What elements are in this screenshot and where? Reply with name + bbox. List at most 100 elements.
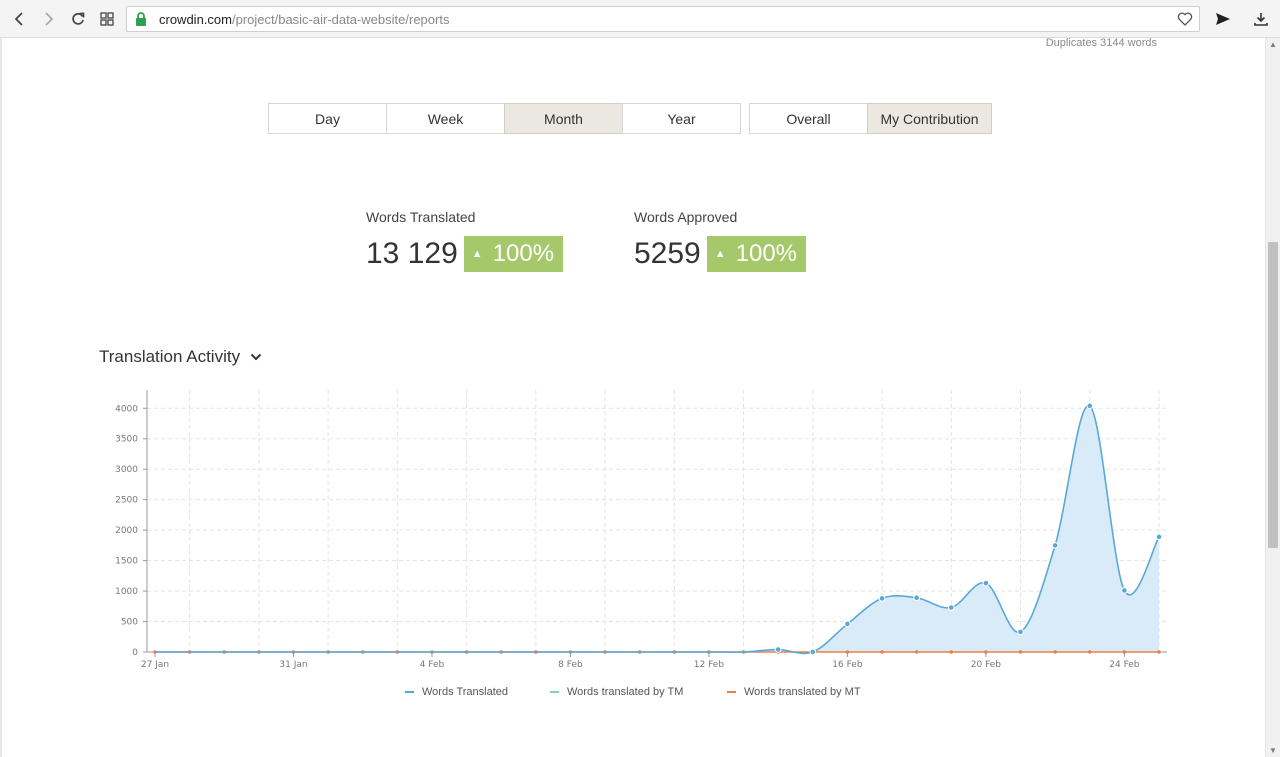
y-tick-label: 1500 — [115, 557, 138, 567]
legend-item-words-mt[interactable]: Words translated by MT — [727, 686, 861, 698]
send-flow-icon[interactable] — [1212, 8, 1234, 30]
words-translated-point — [878, 595, 886, 602]
words-mt-point — [672, 650, 677, 654]
legend-item-words-tm[interactable]: Words translated by TM — [550, 686, 683, 698]
browser-toolbar: crowdin.com/project/basic-air-data-websi… — [0, 0, 1280, 38]
tab-my-contribution[interactable]: My Contribution — [867, 103, 992, 134]
words-mt-point — [949, 650, 954, 654]
words-mt-point — [1087, 650, 1092, 654]
x-tick-label: 20 Feb — [971, 660, 1002, 670]
up-triangle-icon: ▲ — [471, 248, 483, 260]
address-bar[interactable]: crowdin.com/project/basic-air-data-websi… — [126, 6, 1200, 32]
words-mt-point — [1122, 650, 1127, 654]
words-mt-point — [707, 650, 711, 654]
words-mt-point — [153, 650, 157, 654]
change-value: 100% — [735, 240, 798, 267]
words-mt-point — [430, 650, 434, 654]
speed-dial-icon[interactable] — [96, 8, 118, 30]
y-tick-label: 1000 — [115, 587, 138, 597]
y-tick-label: 500 — [121, 618, 138, 628]
words-mt-point — [326, 650, 330, 654]
tab-overall[interactable]: Overall — [749, 103, 868, 134]
words-translated-point — [774, 646, 782, 653]
x-tick-label: 27 Jan — [141, 660, 169, 670]
words-translated-point — [1017, 628, 1024, 636]
legend-label: Words Translated — [422, 686, 509, 698]
tab-year[interactable]: Year — [622, 103, 741, 134]
stat-words-translated: Words Translated 13 129 ▲ 100% — [366, 209, 564, 272]
up-triangle-icon: ▲ — [714, 248, 726, 260]
x-tick-label: 16 Feb — [832, 660, 863, 670]
words-mt-point — [257, 650, 261, 654]
words-mt-point — [637, 650, 642, 654]
words-mt-point — [810, 650, 815, 654]
forward-icon[interactable] — [37, 8, 59, 30]
words-translated-point — [1155, 533, 1163, 541]
url-text: crowdin.com/project/basic-air-data-websi… — [159, 12, 449, 27]
legend-swatch — [550, 691, 559, 693]
y-tick-label: 3000 — [115, 465, 138, 475]
words-mt-point — [291, 650, 296, 654]
scroll-thumb[interactable] — [1268, 242, 1278, 548]
url-path: /project/basic-air-data-website/reports — [231, 12, 450, 27]
words-mt-point — [984, 650, 988, 654]
stat-words-approved: Words Approved 5259 ▲ 100% — [634, 209, 807, 272]
words-translated-point — [1051, 542, 1059, 549]
section-title: Translation Activity — [99, 347, 241, 366]
words-translated-point — [809, 648, 817, 656]
page-left-edge — [0, 38, 2, 757]
y-tick-label: 4000 — [115, 404, 138, 414]
tab-day[interactable]: Day — [268, 103, 387, 134]
back-icon[interactable] — [9, 8, 31, 30]
x-tick-label: 12 Feb — [694, 660, 725, 670]
stat-label: Words Approved — [634, 209, 738, 225]
period-tabs: Day Week Month Year — [268, 103, 741, 134]
words-mt-point — [845, 650, 850, 654]
words-mt-point — [776, 650, 780, 654]
words-mt-point — [222, 650, 227, 654]
x-tick-label: 24 Feb — [1109, 660, 1140, 670]
download-icon[interactable] — [1250, 8, 1272, 30]
words-translated-line — [155, 405, 1160, 655]
stat-label: Words Translated — [366, 209, 476, 225]
page-scrollbar[interactable]: ▲ ▼ — [1265, 38, 1280, 757]
words-mt-point — [464, 650, 469, 654]
legend-label: Words translated by TM — [567, 686, 684, 698]
y-tick-label: 2500 — [115, 496, 138, 506]
url-domain: crowdin.com — [159, 12, 232, 27]
tab-month[interactable]: Month — [504, 103, 623, 134]
legend-item-words-translated[interactable]: Words Translated — [405, 686, 508, 698]
lock-icon — [135, 12, 147, 32]
words-translated-point — [844, 620, 851, 628]
words-mt-point — [1018, 650, 1023, 654]
tab-week[interactable]: Week — [386, 103, 505, 134]
scroll-up-arrow-icon[interactable]: ▲ — [1269, 40, 1277, 49]
legend-swatch — [727, 691, 736, 693]
stat-value: 13 129 — [366, 237, 458, 270]
stat-value: 5259 — [634, 237, 701, 270]
scroll-down-arrow-icon[interactable]: ▼ — [1269, 746, 1277, 755]
words-translated-point — [1121, 587, 1128, 594]
words-mt-point — [1053, 650, 1057, 654]
scope-tabs: Overall My Contribution — [749, 103, 992, 134]
words-mt-point — [499, 650, 504, 654]
words-mt-point — [568, 650, 573, 654]
bookmark-heart-icon[interactable] — [1177, 11, 1193, 32]
translation-activity-dropdown[interactable]: Translation Activity — [99, 347, 262, 367]
change-badge: ▲ 100% — [706, 236, 807, 272]
words-mt-point — [187, 650, 192, 654]
words-translated-point — [913, 594, 920, 602]
duplicates-count: Duplicates 3144 words — [1045, 37, 1157, 49]
change-badge: ▲ 100% — [463, 236, 564, 272]
y-tick-label: 2000 — [115, 526, 138, 536]
words-mt-point — [395, 650, 400, 654]
reload-icon[interactable] — [67, 8, 89, 30]
legend-swatch — [405, 691, 414, 693]
x-tick-label: 31 Jan — [279, 660, 307, 670]
change-value: 100% — [492, 240, 555, 267]
x-tick-label: 8 Feb — [558, 660, 583, 670]
words-mt-point — [741, 650, 746, 654]
words-mt-point — [880, 650, 884, 654]
words-mt-point — [360, 650, 365, 654]
words-mt-point — [914, 650, 919, 654]
